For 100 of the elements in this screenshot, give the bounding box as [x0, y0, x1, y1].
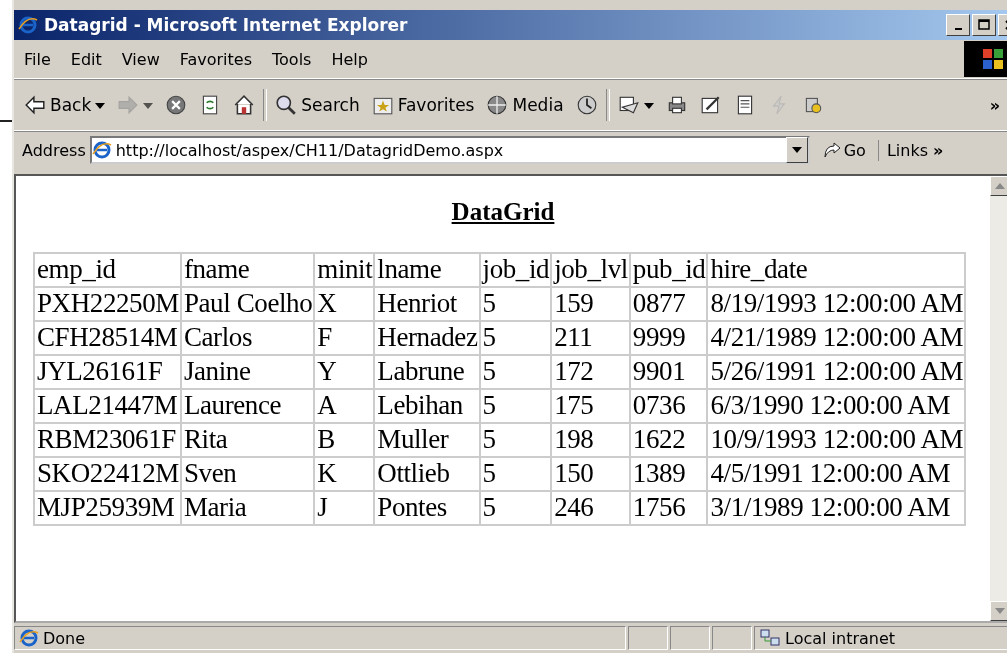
- table-cell: Laurence: [180, 389, 315, 423]
- table-cell: Hernadez: [374, 321, 480, 355]
- table-cell: 0736: [629, 389, 708, 423]
- table-cell: PXH22250M: [34, 287, 181, 321]
- maximize-icon: [978, 19, 990, 31]
- back-icon: [24, 94, 46, 116]
- status-pane: [712, 626, 752, 650]
- button-label: Back: [50, 95, 92, 115]
- table-cell: 10/9/1993 12:00:00 AM: [707, 423, 966, 457]
- table-cell: Y: [314, 355, 375, 389]
- button-label: Search: [301, 95, 360, 115]
- menu-item[interactable]: Help: [321, 40, 378, 78]
- minimize-button[interactable]: [946, 14, 970, 36]
- media-button[interactable]: Media: [482, 92, 568, 118]
- table-cell: Paul Coelho: [180, 287, 315, 321]
- status-pane: [670, 626, 710, 650]
- table-cell: 159: [551, 287, 630, 321]
- table-cell: K: [314, 457, 375, 491]
- caret-icon: [791, 147, 802, 153]
- table-cell: X: [314, 287, 375, 321]
- table-cell: 1389: [629, 457, 708, 491]
- table-cell: J: [314, 491, 375, 525]
- column-header: emp_id: [34, 253, 181, 287]
- table-cell: 211: [551, 321, 630, 355]
- maximize-button[interactable]: [972, 14, 996, 36]
- table-cell: Maria: [180, 491, 315, 525]
- zone-text: Local intranet: [785, 628, 896, 648]
- page-icon: [91, 140, 112, 160]
- table-cell: 0877: [629, 287, 708, 321]
- column-header: job_lvl: [551, 253, 630, 287]
- go-button[interactable]: Go: [813, 140, 874, 160]
- page-icon: [19, 628, 39, 648]
- column-header: lname: [374, 253, 480, 287]
- table-cell: Lebihan: [374, 389, 480, 423]
- table-cell: Labrune: [374, 355, 480, 389]
- table-cell: 5: [479, 423, 552, 457]
- menu-item[interactable]: Favorites: [169, 40, 262, 78]
- table-cell: 5: [479, 389, 552, 423]
- column-header: fname: [180, 253, 315, 287]
- up-arrow-icon: [995, 183, 1005, 189]
- table-cell: 9999: [629, 321, 708, 355]
- table-cell: 5: [479, 491, 552, 525]
- table-cell: 9901: [629, 355, 708, 389]
- table-cell: F: [314, 321, 375, 355]
- column-header: job_id: [479, 253, 552, 287]
- go-arrow-icon: [821, 141, 842, 159]
- scrollbar[interactable]: [990, 176, 1007, 621]
- down-arrow-icon: [995, 608, 1005, 614]
- more-tools-chevron[interactable]: »: [989, 95, 1000, 115]
- table-cell: Henriot: [374, 287, 480, 321]
- address-field[interactable]: http://localhost/aspex/CH11/DatagridDemo.aspx: [89, 136, 810, 164]
- table-cell: LAL21447M: [34, 389, 181, 423]
- column-header: minit: [314, 253, 375, 287]
- menu-item[interactable]: File: [14, 40, 61, 78]
- favorites-button[interactable]: Favorites: [367, 92, 479, 118]
- table-cell: 246: [551, 491, 630, 525]
- button-label: Media: [512, 95, 564, 115]
- menu-item[interactable]: Edit: [60, 40, 112, 78]
- table-cell: 175: [551, 389, 630, 423]
- table-cell: Sven: [180, 457, 315, 491]
- back-button[interactable]: Back: [20, 92, 110, 118]
- table-cell: Carlos: [180, 321, 315, 355]
- table-cell: Ottlieb: [374, 457, 480, 491]
- table-cell: 5: [479, 355, 552, 389]
- window-title: Datagrid - Microsoft Internet Explorer: [44, 15, 409, 35]
- home-icon: [233, 94, 256, 116]
- table-cell: JYL26161F: [34, 355, 181, 389]
- address-label: Address: [22, 140, 86, 160]
- network-icon: [759, 628, 781, 648]
- table-cell: 5: [479, 457, 552, 491]
- table-cell: SKO22412M: [34, 457, 181, 491]
- table-cell: 1756: [629, 491, 708, 525]
- forward-icon: [117, 94, 140, 116]
- search-button[interactable]: Search: [271, 92, 364, 118]
- edit-icon: [699, 94, 722, 116]
- stop-icon: [165, 94, 188, 116]
- menu-item[interactable]: Tools: [262, 40, 322, 78]
- table-cell: Muller: [374, 423, 480, 457]
- table-cell: 8/19/1993 12:00:00 AM: [707, 287, 966, 321]
- table-cell: MJP25939M: [34, 491, 181, 525]
- dropdown-button[interactable]: [785, 137, 808, 163]
- links-button[interactable]: Links »: [877, 139, 950, 161]
- table-cell: Rita: [180, 423, 315, 457]
- column-header: hire_date: [707, 253, 966, 287]
- menu-item[interactable]: View: [111, 40, 170, 78]
- table-cell: 3/1/1989 12:00:00 AM: [707, 491, 966, 525]
- table-cell: 4/21/1989 12:00:00 AM: [707, 321, 966, 355]
- browser-icon: [18, 15, 38, 35]
- scroll-up-button[interactable]: [990, 176, 1007, 196]
- minimize-icon: [954, 28, 962, 30]
- search-icon: [275, 94, 298, 116]
- page-heading: DataGrid: [451, 198, 555, 226]
- table-cell: 5: [479, 287, 552, 321]
- table-cell: RBM23061F: [34, 423, 181, 457]
- table-cell: 1622: [629, 423, 708, 457]
- table-cell: Janine: [180, 355, 315, 389]
- table-cell: B: [314, 423, 375, 457]
- table-cell: 198: [551, 423, 630, 457]
- table-cell: A: [314, 389, 375, 423]
- scroll-down-button[interactable]: [990, 601, 1007, 621]
